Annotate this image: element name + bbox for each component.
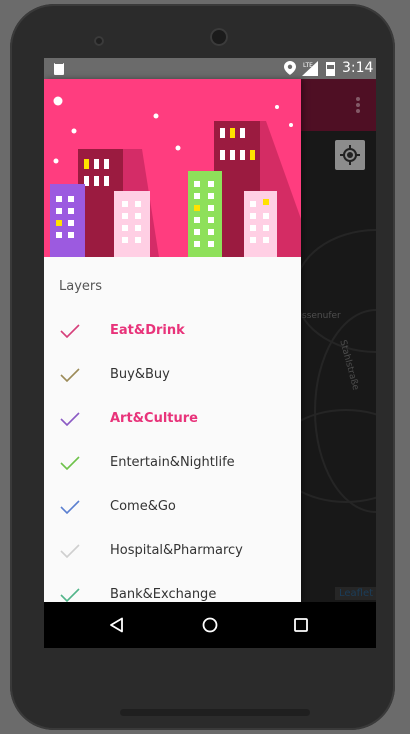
layer-item-eat-drink[interactable]: Eat&Drink (44, 310, 301, 354)
check-icon (60, 500, 80, 514)
drawer-header-illustration (44, 79, 301, 257)
signal-icon: LTE (302, 61, 318, 76)
system-navigation-bar (44, 602, 376, 648)
bottom-speaker (120, 709, 310, 716)
layers-section-title: Layers (59, 279, 103, 294)
layer-item-label: Art&Culture (110, 411, 198, 426)
layer-item-bank-exchange[interactable]: Bank&Exchange (44, 574, 301, 602)
layer-item-label: Bank&Exchange (110, 587, 217, 602)
sd-card-icon (54, 61, 64, 75)
layer-item-art-culture[interactable]: Art&Culture (44, 398, 301, 442)
location-icon (284, 61, 296, 75)
check-icon (60, 588, 80, 602)
front-camera (94, 36, 104, 46)
layer-item-label: Buy&Buy (110, 367, 170, 382)
check-icon (60, 412, 80, 426)
device-screen: LTE 3:14 ssenufer Stahlstraße Leaflet La… (44, 58, 376, 648)
check-icon (60, 544, 80, 558)
layer-item-label: Hospital&Pharmarcy (110, 543, 243, 558)
clock: 3:14 (342, 60, 374, 76)
layer-item-label: Come&Go (110, 499, 176, 514)
status-bar: LTE 3:14 (44, 58, 376, 79)
battery-icon (326, 62, 335, 76)
check-icon (60, 324, 80, 338)
city-skyline-illustration (44, 79, 301, 257)
navigation-drawer: Layers Eat&Drink Buy&Buy Art&Culture Ent… (44, 79, 301, 602)
recents-square-icon[interactable] (293, 617, 309, 633)
back-triangle-icon[interactable] (109, 617, 125, 633)
layer-item-come-go[interactable]: Come&Go (44, 486, 301, 530)
layer-item-label: Entertain&Nightlife (110, 455, 235, 470)
check-icon (60, 368, 80, 382)
check-icon (60, 456, 80, 470)
layer-item-hospital-pharmacy[interactable]: Hospital&Pharmarcy (44, 530, 301, 574)
layer-item-buy-buy[interactable]: Buy&Buy (44, 354, 301, 398)
earpiece-speaker (210, 28, 228, 46)
layer-item-label: Eat&Drink (110, 323, 185, 338)
layer-item-entertain-nightlife[interactable]: Entertain&Nightlife (44, 442, 301, 486)
home-circle-icon[interactable] (202, 617, 218, 633)
network-type-label: LTE (303, 62, 313, 69)
